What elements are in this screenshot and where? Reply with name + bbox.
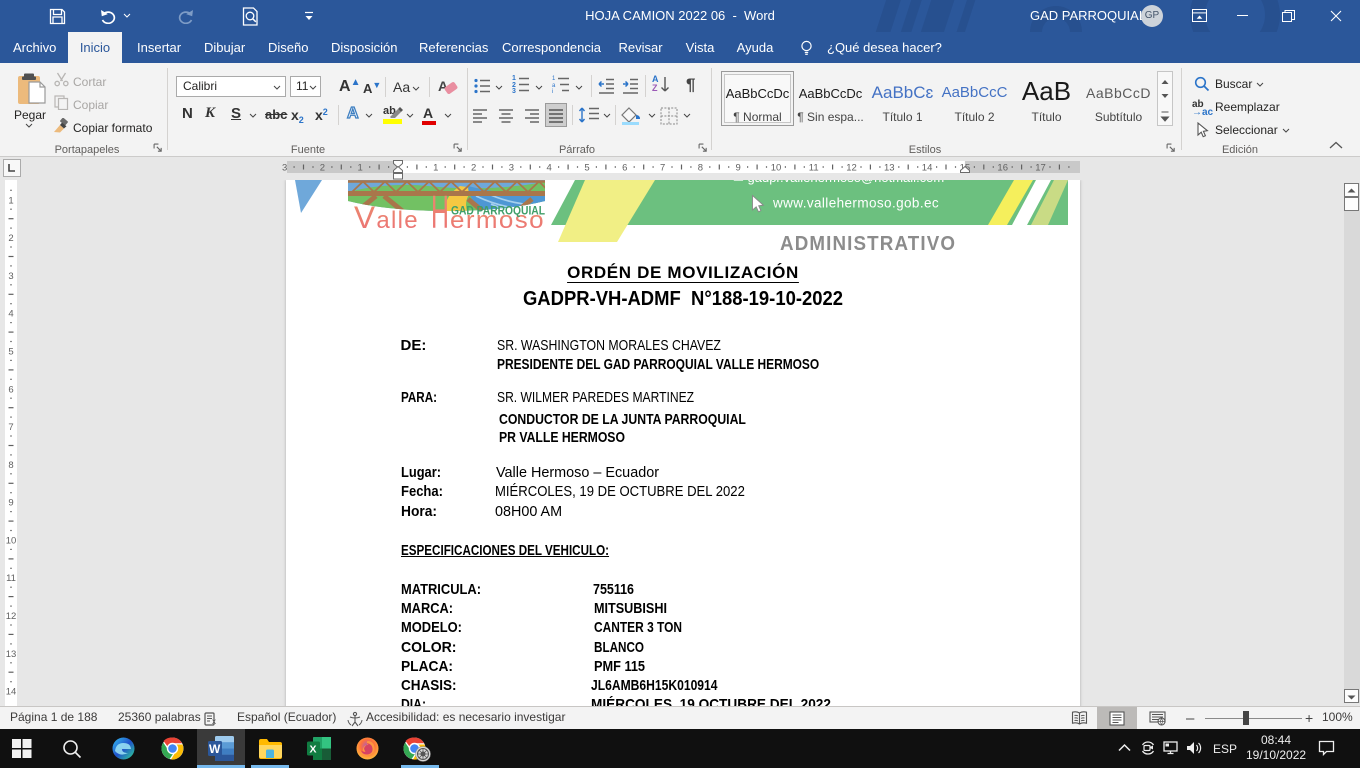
svg-text:2: 2 (320, 163, 325, 174)
svg-text:3: 3 (282, 163, 287, 174)
svg-text:x: x (212, 717, 216, 726)
svg-text:5: 5 (584, 163, 589, 174)
svg-text:1: 1 (433, 163, 438, 174)
svg-text:W: W (209, 742, 221, 756)
svg-text:3: 3 (8, 271, 13, 282)
svg-text:www.vallehermoso.gob.ec: www.vallehermoso.gob.ec (772, 196, 939, 211)
svg-text:9: 9 (8, 498, 13, 509)
svg-text:✉ gadpr.vallehermoso@hotmail.c: ✉ gadpr.vallehermoso@hotmail.com (733, 180, 944, 185)
svg-text:4: 4 (8, 309, 13, 320)
svg-text:6: 6 (622, 163, 627, 174)
svg-text:7: 7 (8, 422, 13, 433)
svg-text:14: 14 (6, 687, 17, 698)
svg-text:11: 11 (809, 163, 819, 174)
svg-text:2: 2 (471, 163, 476, 174)
svg-text:14: 14 (922, 163, 933, 174)
svg-text:17: 17 (1035, 163, 1046, 174)
svg-text:1: 1 (8, 195, 13, 206)
svg-text:8: 8 (698, 163, 703, 174)
svg-text:12: 12 (846, 163, 857, 174)
svg-text:12: 12 (6, 611, 17, 622)
svg-text:10: 10 (6, 536, 17, 547)
svg-text:2: 2 (8, 233, 13, 244)
svg-text:6: 6 (8, 384, 13, 395)
svg-text:9: 9 (736, 163, 741, 174)
svg-text:11: 11 (6, 573, 16, 584)
svg-text:8: 8 (8, 460, 13, 471)
svg-text:GAD PARROQUIAL: GAD PARROQUIAL (451, 204, 545, 218)
svg-text:1: 1 (358, 163, 363, 174)
svg-text:7: 7 (660, 163, 665, 174)
svg-text:16: 16 (997, 163, 1008, 174)
svg-text:H: H (431, 187, 449, 238)
svg-text:10: 10 (771, 163, 782, 174)
svg-text:4: 4 (547, 163, 552, 174)
svg-text:13: 13 (6, 649, 17, 660)
svg-text:3: 3 (509, 163, 514, 174)
svg-text:X: X (310, 744, 317, 756)
svg-text:5: 5 (8, 347, 13, 358)
svg-text:13: 13 (884, 163, 895, 174)
